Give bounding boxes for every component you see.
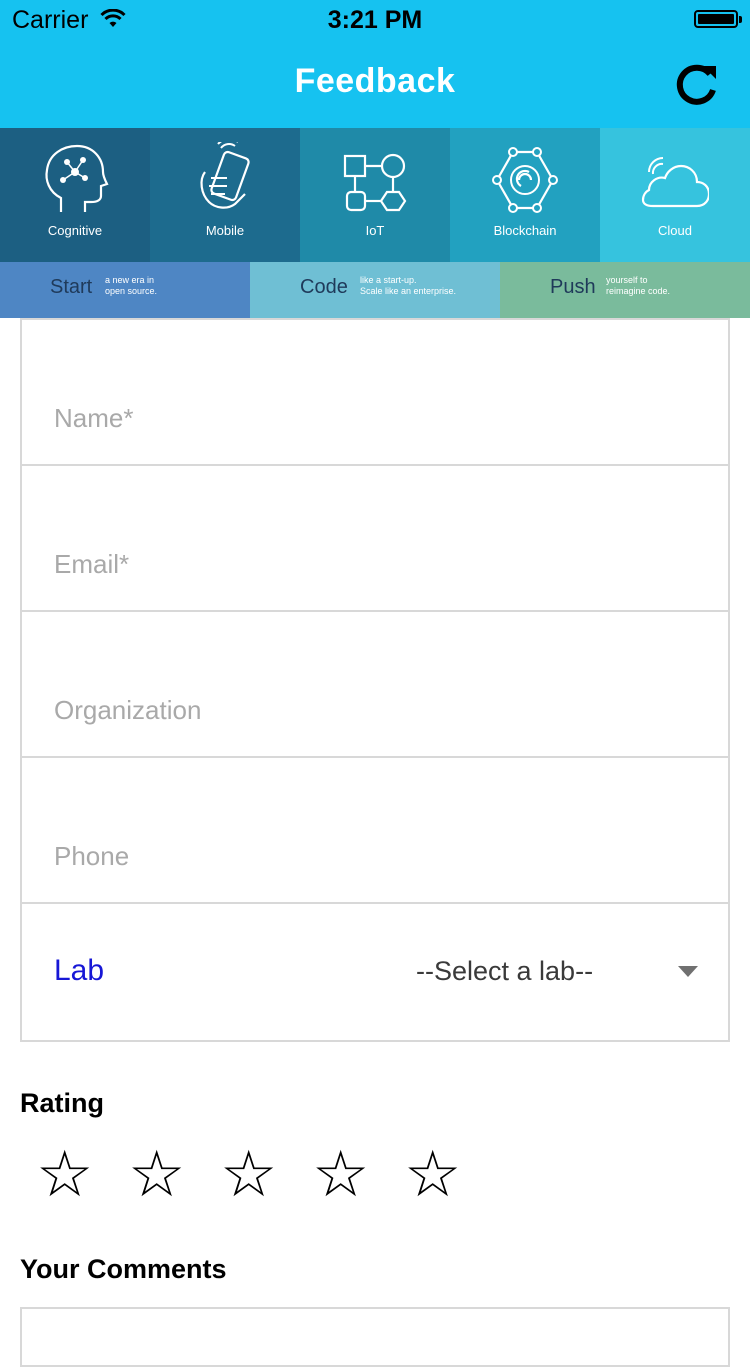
lab-select[interactable]: --Select a lab--: [416, 956, 593, 987]
status-bar: Carrier 3:21 PM: [0, 0, 750, 40]
category-label: IoT: [365, 223, 385, 238]
category-tile-blockchain[interactable]: Blockchain: [450, 128, 600, 262]
name-field-row: [22, 320, 728, 466]
clock: 3:21 PM: [327, 6, 423, 34]
refresh-icon[interactable]: [670, 60, 722, 112]
tagline-text: a new era in open source.: [105, 275, 158, 296]
email-field-row: [22, 466, 728, 612]
tagline-word: Push: [550, 276, 596, 298]
comments-title: Your Comments: [20, 1254, 227, 1284]
category-tile-cognitive[interactable]: Cognitive: [0, 128, 150, 262]
name-input[interactable]: [54, 398, 694, 438]
app-header: Carrier 3:21 PM Feedback: [0, 0, 750, 128]
lab-picker-row[interactable]: Lab --Select a lab--: [22, 904, 728, 1040]
star-icon-5[interactable]: ☆: [404, 1140, 461, 1210]
head-network-icon: [45, 144, 109, 212]
battery-icon: [694, 10, 742, 28]
category-label: Cloud: [658, 223, 692, 238]
category-label: Blockchain: [493, 223, 557, 238]
star-icon-1[interactable]: ☆: [36, 1140, 93, 1210]
rating-title: Rating: [20, 1088, 104, 1118]
phone-input[interactable]: [54, 836, 694, 876]
tagline-word: Code: [300, 276, 348, 298]
tagline-word: Start: [50, 276, 93, 298]
category-tile-mobile[interactable]: Mobile: [150, 128, 300, 262]
phone-in-hand-icon: [200, 142, 250, 209]
star-icon-3[interactable]: ☆: [220, 1140, 277, 1210]
star-icon-4[interactable]: ☆: [312, 1140, 369, 1210]
page-title: Feedback: [294, 62, 456, 100]
feedback-form: Lab --Select a lab--: [20, 318, 730, 1042]
comments-textarea[interactable]: [20, 1307, 730, 1367]
cloud-icon: [641, 157, 709, 208]
organization-input[interactable]: [54, 690, 694, 730]
tagline-text: yourself to reimagine code.: [606, 275, 671, 296]
star-icon-2[interactable]: ☆: [128, 1140, 185, 1210]
hexagon-chain-icon: [492, 147, 558, 213]
chevron-down-icon[interactable]: [678, 966, 698, 977]
tagline-strip: Start a new era in open source. Code like…: [0, 262, 750, 318]
tagline-push: Push yourself to reimagine code.: [500, 262, 750, 318]
connected-shapes-icon: [343, 153, 407, 212]
phone-field-row: [22, 758, 728, 904]
category-label: Cognitive: [47, 223, 103, 238]
category-banner: Cognitive Mobile IoT Blockchain Cloud: [0, 128, 750, 262]
category-label: Mobile: [205, 223, 245, 238]
category-tile-cloud[interactable]: Cloud: [600, 128, 750, 262]
email-input[interactable]: [54, 544, 694, 584]
tagline-text: like a start-up. Scale like an enterprise…: [360, 275, 457, 296]
organization-field-row: [22, 612, 728, 758]
tagline-start: Start a new era in open source.: [0, 262, 250, 318]
category-tile-iot[interactable]: IoT: [300, 128, 450, 262]
lab-label: Lab: [54, 954, 105, 987]
tagline-code: Code like a start-up. Scale like an enter…: [250, 262, 500, 318]
